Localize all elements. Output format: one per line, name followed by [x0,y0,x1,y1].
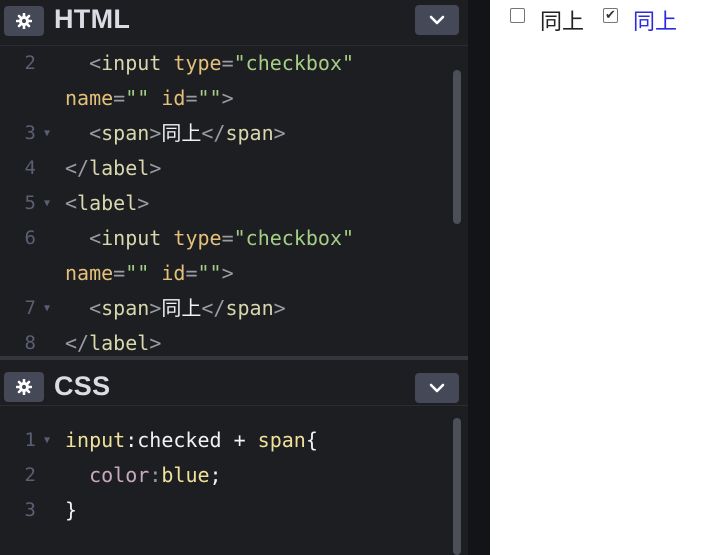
preview-checkbox-1[interactable] [510,8,525,23]
code-text: color:blue; [89,463,222,487]
check-icon: ✔ [605,8,616,23]
html-scrollbar[interactable] [453,70,461,224]
line-number: 4 [24,157,36,179]
html-panel-title: HTML [54,4,131,34]
line-number: 2 [24,52,36,74]
line-number: 8 [24,332,36,354]
code-text: name="" id=""> [65,86,234,110]
code-text: } [65,498,78,522]
html-collapse-button[interactable] [415,5,459,35]
editor-preview-divider[interactable] [468,0,490,555]
html-editor-panel: HTML 2 <input type="checkbox" name="" id=… [0,0,468,356]
code-text: </label> [65,331,162,355]
css-panel-title: CSS [54,371,111,401]
line-number: 5 [24,192,36,214]
chevron-down-icon [429,15,445,25]
css-settings-button[interactable] [4,372,44,402]
html-panel-header: HTML [0,0,468,46]
preview-label-2: 同上 [633,10,678,35]
preview-checkbox-2[interactable]: ✔ [603,8,618,23]
code-text: <span>同上</span> [89,296,286,320]
css-collapse-button[interactable] [415,373,459,403]
html-code-area[interactable]: 2 <input type="checkbox" name="" id=""> 3 ▼… [0,46,468,356]
code-text: </label> [65,156,162,180]
css-scrollbar[interactable] [453,418,461,555]
line-number: 3 [24,499,36,521]
code-text: input:checked + span{ [65,428,318,452]
line-number: 6 [24,227,36,249]
line-number: 7 [24,297,36,319]
chevron-down-icon [429,383,445,393]
line-number: 3 [24,122,36,144]
fold-arrow-icon[interactable]: ▼ [44,186,50,221]
code-editor: HTML 2 <input type="checkbox" name="" id=… [0,0,490,555]
fold-arrow-icon[interactable]: ▼ [44,291,50,326]
fold-arrow-icon[interactable]: ▼ [44,116,50,151]
code-text: name="" id=""> [65,261,234,285]
css-panel-header: CSS [0,360,468,406]
css-editor-panel: CSS 1 ▼ input:checked + span{ 2 color:blue;… [0,360,468,555]
gear-icon [16,13,32,29]
html-settings-button[interactable] [4,6,44,36]
line-number: 1 [24,429,36,451]
css-code-area[interactable]: 1 ▼ input:checked + span{ 2 color:blue; 3} [0,423,468,555]
line-number: 2 [24,464,36,486]
code-text: <input type="checkbox" [89,51,355,75]
gear-icon [16,379,32,395]
code-text: <span>同上</span> [89,121,286,145]
code-text: <input type="checkbox" [89,226,355,250]
preview-label-1: 同上 [540,10,585,35]
fold-arrow-icon[interactable]: ▼ [44,423,50,458]
code-text: <label> [65,191,150,215]
